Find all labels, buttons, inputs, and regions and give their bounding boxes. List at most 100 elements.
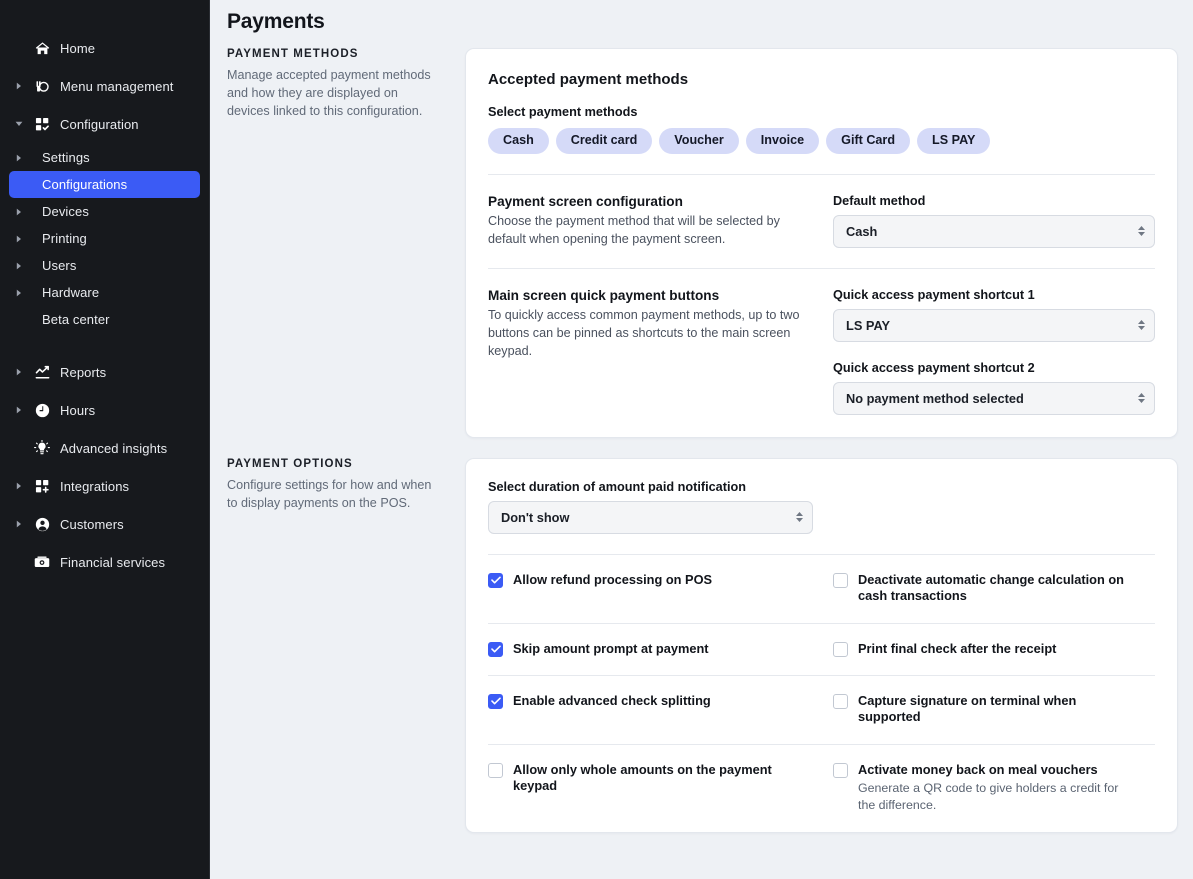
sidebar-item-configurations[interactable]: Configurations bbox=[9, 171, 200, 198]
payment-options-description-column: PAYMENT OPTIONS Configure settings for h… bbox=[227, 458, 465, 513]
chevron-right-icon[interactable] bbox=[9, 262, 29, 270]
chevron-right-icon[interactable] bbox=[9, 82, 29, 90]
sidebar-item-label: Settings bbox=[37, 150, 90, 165]
sidebar-item-advanced-insights[interactable]: Advanced insights bbox=[9, 434, 200, 462]
payment-method-chip[interactable]: LS PAY bbox=[917, 128, 990, 154]
checkbox-text: Capture signature on terminal when suppo… bbox=[848, 693, 1137, 726]
sidebar-item-printing[interactable]: Printing bbox=[9, 225, 200, 252]
accepted-payment-methods-title: Accepted payment methods bbox=[488, 49, 1155, 88]
lightbulb-icon bbox=[29, 440, 55, 456]
payment-methods-section: PAYMENT METHODS Manage accepted payment … bbox=[210, 48, 1178, 438]
quick-payment-buttons-row: Main screen quick payment buttons To qui… bbox=[488, 269, 1155, 435]
payment-options-section: PAYMENT OPTIONS Configure settings for h… bbox=[210, 458, 1178, 833]
amount-paid-notification-value: Don't show bbox=[501, 510, 569, 525]
payment-method-chip[interactable]: Voucher bbox=[659, 128, 738, 154]
checkbox-option[interactable]: Allow only whole amounts on the payment … bbox=[488, 762, 810, 815]
sidebar-item-integrations[interactable]: Integrations bbox=[9, 472, 200, 500]
sidebar-item-hours[interactable]: Hours bbox=[9, 396, 200, 424]
quick-shortcut-2-label: Quick access payment shortcut 2 bbox=[833, 361, 1155, 375]
sidebar-item-hardware[interactable]: Hardware bbox=[9, 279, 200, 306]
payment-method-chip[interactable]: Invoice bbox=[746, 128, 819, 154]
checkbox-option[interactable]: Enable advanced check splitting bbox=[488, 693, 810, 726]
payment-screen-configuration-heading: Payment screen configuration bbox=[488, 194, 811, 209]
checkbox-row: Skip amount prompt at paymentPrint final… bbox=[488, 624, 1155, 675]
person-icon bbox=[29, 517, 55, 532]
default-method-select[interactable]: Cash bbox=[833, 215, 1155, 248]
nav-spacer bbox=[0, 538, 209, 548]
chevron-right-icon[interactable] bbox=[9, 482, 29, 490]
clock-icon bbox=[29, 403, 55, 418]
sidebar-item-home[interactable]: Home bbox=[9, 34, 200, 62]
checkbox-label: Capture signature on terminal when suppo… bbox=[858, 693, 1137, 726]
chevron-right-icon[interactable] bbox=[9, 154, 29, 162]
checkbox-option[interactable]: Print final check after the receipt bbox=[810, 641, 1155, 657]
sidebar-item-label: Integrations bbox=[55, 479, 129, 494]
payment-options-description: Configure settings for how and when to d… bbox=[227, 477, 443, 513]
checkbox-option[interactable]: Deactivate automatic change calculation … bbox=[810, 572, 1155, 605]
checkbox-unchecked-icon[interactable] bbox=[488, 763, 503, 778]
sidebar-item-devices[interactable]: Devices bbox=[9, 198, 200, 225]
payment-methods-kicker: PAYMENT METHODS bbox=[227, 48, 443, 60]
checkbox-unchecked-icon[interactable] bbox=[833, 763, 848, 778]
sidebar: Home Menu management Configuration Settings… bbox=[0, 0, 210, 879]
checkbox-unchecked-icon[interactable] bbox=[833, 642, 848, 657]
sidebar-item-configuration[interactable]: Configuration bbox=[9, 110, 200, 138]
payment-options-checkbox-list: Allow refund processing on POSDeactivate… bbox=[488, 554, 1155, 832]
checkbox-row: Enable advanced check splitting Capture s… bbox=[488, 676, 1155, 744]
chevron-right-icon[interactable] bbox=[9, 289, 29, 297]
checkbox-label: Activate money back on meal vouchers bbox=[858, 762, 1137, 778]
sidebar-item-customers[interactable]: Customers bbox=[9, 510, 200, 538]
chevron-right-icon[interactable] bbox=[9, 406, 29, 414]
checkbox-unchecked-icon[interactable] bbox=[833, 694, 848, 709]
payment-options-card: Select duration of amount paid notificat… bbox=[465, 458, 1178, 833]
checkbox-sublabel: Generate a QR code to give holders a cre… bbox=[858, 780, 1137, 814]
sidebar-item-label: Configurations bbox=[37, 177, 127, 192]
checkbox-checked-icon[interactable] bbox=[488, 573, 503, 588]
checkbox-text: Allow only whole amounts on the payment … bbox=[503, 762, 792, 795]
sidebar-item-financial-services[interactable]: Financial services bbox=[9, 548, 200, 576]
nav-spacer bbox=[0, 500, 209, 510]
sidebar-item-reports[interactable]: Reports bbox=[9, 358, 200, 386]
checkbox-option[interactable]: Skip amount prompt at payment bbox=[488, 641, 810, 657]
checkbox-checked-icon[interactable] bbox=[488, 642, 503, 657]
amount-paid-notification-field: Select duration of amount paid notificat… bbox=[488, 459, 1155, 554]
checkbox-option[interactable]: Activate money back on meal vouchers Gene… bbox=[810, 762, 1155, 815]
sidebar-item-users[interactable]: Users bbox=[9, 252, 200, 279]
chevron-right-icon[interactable] bbox=[9, 368, 29, 376]
payment-method-chip[interactable]: Credit card bbox=[556, 128, 653, 154]
default-method-value: Cash bbox=[846, 224, 877, 239]
select-payment-methods-label: Select payment methods bbox=[488, 105, 1155, 119]
home-icon bbox=[29, 41, 55, 56]
grid-plus-icon bbox=[29, 479, 55, 494]
checkbox-text: Activate money back on meal vouchers Gene… bbox=[848, 762, 1137, 815]
nav-spacer bbox=[0, 386, 209, 396]
chevron-right-icon[interactable] bbox=[9, 520, 29, 528]
payment-method-chip[interactable]: Cash bbox=[488, 128, 549, 154]
quick-shortcut-1-select[interactable]: LS PAY bbox=[833, 309, 1155, 342]
chevron-right-icon[interactable] bbox=[9, 235, 29, 243]
nav-spacer bbox=[0, 62, 209, 72]
sidebar-item-settings[interactable]: Settings bbox=[9, 144, 200, 171]
accepted-payment-methods-card: Accepted payment methods Select payment … bbox=[465, 48, 1178, 438]
checkbox-option[interactable]: Allow refund processing on POS bbox=[488, 572, 810, 605]
checkbox-checked-icon[interactable] bbox=[488, 694, 503, 709]
checkbox-option[interactable]: Capture signature on terminal when suppo… bbox=[810, 693, 1155, 726]
quick-shortcut-2-select[interactable]: No payment method selected bbox=[833, 382, 1155, 415]
chevron-updown-icon bbox=[1138, 393, 1145, 403]
chevron-down-icon[interactable] bbox=[9, 121, 29, 127]
chevron-updown-icon bbox=[1138, 320, 1145, 330]
payment-methods-description: Manage accepted payment methods and how … bbox=[227, 67, 443, 121]
sidebar-item-menu-management[interactable]: Menu management bbox=[9, 72, 200, 100]
configuration-icon bbox=[29, 117, 55, 132]
payment-method-chip-list: Cash Credit cardVoucher Invoice Gift Card LS… bbox=[488, 128, 1155, 174]
chevron-right-icon[interactable] bbox=[9, 208, 29, 216]
nav-spacer bbox=[0, 333, 209, 358]
sidebar-item-label: Reports bbox=[55, 365, 106, 380]
quick-shortcut-2-value: No payment method selected bbox=[846, 391, 1024, 406]
sidebar-item-beta-center[interactable]: Beta center bbox=[9, 306, 200, 333]
payment-options-kicker: PAYMENT OPTIONS bbox=[227, 458, 443, 470]
payment-method-chip[interactable]: Gift Card bbox=[826, 128, 910, 154]
amount-paid-notification-select[interactable]: Don't show bbox=[488, 501, 813, 534]
sidebar-item-label: Home bbox=[55, 41, 95, 56]
checkbox-unchecked-icon[interactable] bbox=[833, 573, 848, 588]
